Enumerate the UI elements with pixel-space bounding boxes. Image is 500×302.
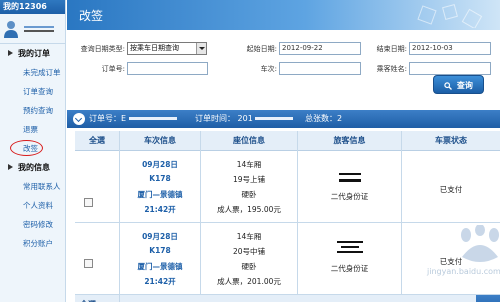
footer-button[interactable] (476, 295, 500, 302)
column-divider (119, 131, 120, 302)
paw-logo-icon (461, 225, 499, 262)
sidebar-item-unfinished-orders[interactable]: 未完成订单 (0, 63, 65, 82)
start-date-input[interactable]: 2012-09-22 (279, 42, 361, 55)
sidebar: 我的12306 我的订单 未完成订单 订单查询 预约查询 退票 改签 我的信息 … (0, 0, 66, 302)
date-type-select[interactable]: 按乘车日期查询 (127, 42, 207, 55)
sidebar-section-label: 我的信息 (18, 163, 50, 172)
ticket-total: 总张数：2 (305, 114, 343, 123)
user-name-redacted (24, 26, 54, 32)
seat-berth: 硬卧 (241, 190, 257, 199)
user-panel (0, 14, 65, 44)
train-departure: 21:42开 (144, 277, 176, 286)
query-button-label: 查询 (456, 81, 473, 90)
column-divider (297, 131, 298, 295)
column-divider (200, 131, 201, 295)
sidebar-item-points[interactable]: 积分账户 (0, 234, 65, 253)
train-date: 09月28日 (142, 232, 178, 241)
passenger-name-label: 乘客姓名: (376, 65, 407, 73)
train-departure: 21:42开 (144, 205, 176, 214)
sidebar-item-reservation-query[interactable]: 预约查询 (0, 101, 65, 120)
passenger-name-input[interactable] (409, 62, 491, 75)
search-icon (444, 81, 453, 90)
train-number[interactable]: K178 (120, 246, 200, 255)
redaction-bar (128, 117, 177, 120)
sidebar-item-profile[interactable]: 个人资料 (0, 196, 65, 215)
train-route: 厦门—景德镇 (137, 262, 183, 271)
seat-car: 14车厢 (236, 160, 262, 169)
row-checkbox[interactable] (84, 259, 93, 268)
table-header: 全選 车次信息 座位信息 旅客信息 车票状态 (75, 131, 500, 151)
passenger-name-redacted (298, 241, 401, 253)
seat-info-header: 座位信息 (233, 136, 265, 145)
seat-number: 20号中铺 (232, 247, 266, 256)
sidebar-section-my-info[interactable]: 我的信息 (0, 158, 65, 177)
seat-car: 14车厢 (236, 232, 262, 241)
watermark-text: jingyan.baidu.com (427, 267, 500, 276)
sidebar-item-contacts[interactable]: 常用联系人 (0, 177, 65, 196)
order-time-text: 订单时间： 201 (195, 110, 294, 128)
passenger-id-type: 二代身份证 (330, 264, 369, 273)
redaction-bar (255, 117, 294, 120)
table-footer: 全選 (75, 295, 500, 302)
page-title: 改签 (79, 9, 104, 23)
seat-number: 19号上铺 (232, 175, 266, 184)
order-no-label: 订单号: (101, 65, 125, 73)
ticket-status: 已支付 (439, 185, 463, 194)
decorative-pattern-icon (417, 4, 483, 28)
title-bar: 改签 (67, 0, 500, 30)
order-no-input[interactable] (127, 62, 208, 75)
end-date-label: 结束日期: (376, 45, 407, 53)
train-no-label: 车次: (260, 65, 277, 73)
sidebar-section-my-orders[interactable]: 我的订单 (0, 44, 65, 63)
train-info-header: 车次信息 (144, 136, 176, 145)
sidebar-item-password[interactable]: 密码修改 (0, 215, 65, 234)
sidebar-item-order-query[interactable]: 订单查询 (0, 82, 65, 101)
sidebar-section-label: 我的订单 (18, 49, 50, 58)
passenger-name-redacted (298, 173, 401, 182)
start-date-label: 起始日期: (246, 45, 277, 53)
ticket-status-header: 车票状态 (435, 136, 467, 145)
train-date: 09月28日 (142, 160, 178, 169)
order-summary-bar: 订单号：E 订单时间： 201 总张数：2 (67, 110, 500, 128)
select-all-footer[interactable]: 全選 (80, 295, 96, 302)
ticket-price: 成人票，201.00元 (217, 277, 281, 286)
chevron-down-icon (196, 43, 206, 54)
train-number[interactable]: K178 (120, 174, 200, 183)
row-checkbox[interactable] (84, 198, 93, 207)
date-type-selected-value: 按乘车日期查询 (130, 44, 179, 52)
table-row: 09月28日 K178 厦门—景德镇 21:42开 14车厢 19号上铺 硬卧 … (75, 151, 500, 223)
end-date-input[interactable]: 2012-10-03 (409, 42, 491, 55)
collapse-chevron-icon[interactable] (73, 113, 85, 125)
seat-berth: 硬卧 (241, 262, 257, 271)
user-avatar-icon (4, 21, 18, 38)
sidebar-header: 我的12306 (0, 0, 65, 14)
sidebar-item-refund[interactable]: 退票 (0, 120, 65, 139)
column-divider (401, 131, 402, 295)
date-type-label: 查询日期类型: (80, 45, 125, 53)
main-content: 改签 查询日期类型: 按乘车日期查询 起始日期: 2012-09-22 结束日期… (67, 0, 500, 302)
passenger-info-header: 旅客信息 (333, 136, 366, 145)
order-no-text: 订单号：E (89, 110, 177, 128)
expand-triangle-icon (8, 50, 13, 56)
expand-triangle-icon (8, 164, 13, 170)
ticket-price: 成人票，195.00元 (217, 205, 281, 214)
baidu-watermark: jingyan.baidu.com (417, 225, 500, 295)
query-button[interactable]: 查询 (433, 75, 484, 94)
search-form: 查询日期类型: 按乘车日期查询 起始日期: 2012-09-22 结束日期: 2… (67, 30, 500, 110)
train-route: 厦门—景德镇 (137, 190, 183, 199)
train-no-input[interactable] (279, 62, 361, 75)
passenger-id-type: 二代身份证 (330, 192, 369, 201)
sidebar-item-reschedule[interactable]: 改签 (0, 139, 65, 158)
highlight-circle (10, 140, 43, 156)
select-all-header[interactable]: 全選 (75, 131, 119, 151)
